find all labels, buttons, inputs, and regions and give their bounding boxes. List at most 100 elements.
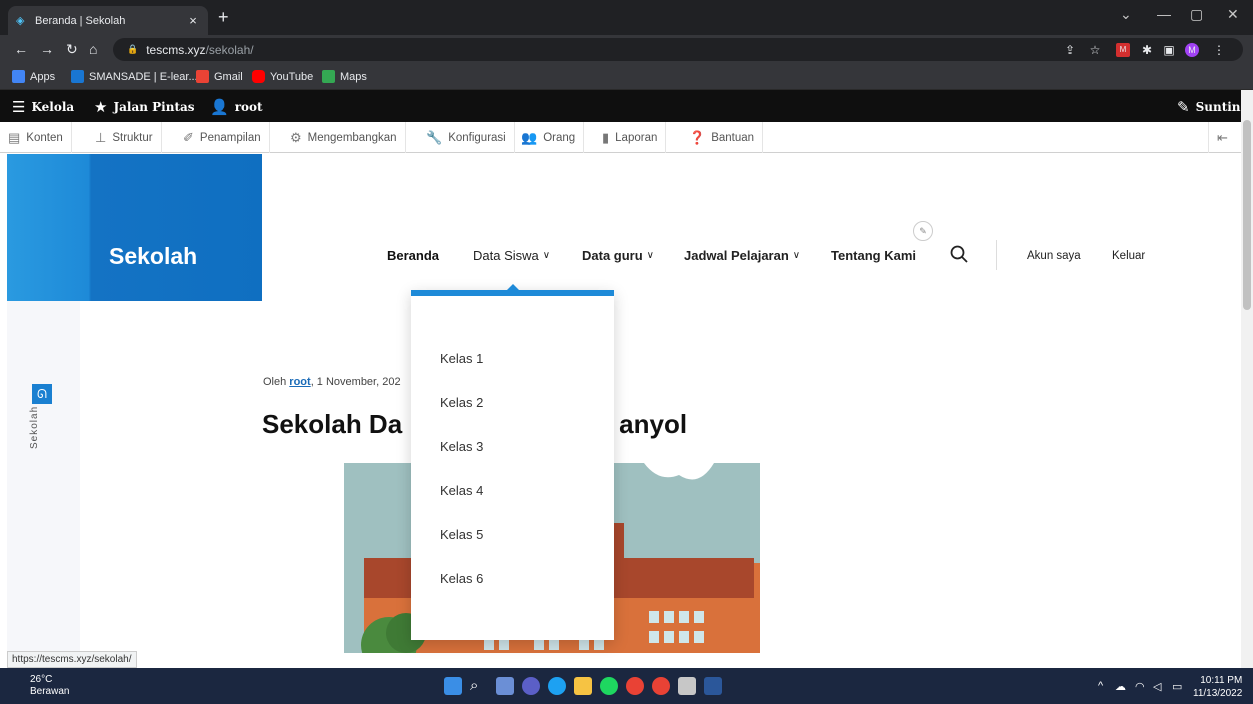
- menu-item-kelas-3[interactable]: Kelas 3: [440, 439, 483, 454]
- nav-label: Data Siswa: [473, 248, 539, 263]
- chrome-icon[interactable]: [626, 677, 644, 695]
- battery-icon[interactable]: ▭: [1172, 680, 1182, 693]
- bookmark-star-icon[interactable]: ☆: [1088, 43, 1102, 57]
- manage-menu[interactable]: ☰ Kelola: [12, 98, 74, 116]
- browser-tab-strip: ◈ Beranda | Sekolah × + ⌄ — ▢ ✕: [0, 0, 1253, 35]
- teams-chat-icon[interactable]: [522, 677, 540, 695]
- system-clock[interactable]: 10:11 PM 11/13/2022: [1193, 674, 1242, 700]
- spotify-icon[interactable]: [600, 677, 618, 695]
- task-view-icon[interactable]: [496, 677, 514, 695]
- taskbar-search-icon[interactable]: ⌕: [470, 677, 488, 695]
- tray-orientation-toggle[interactable]: ⇤: [1208, 122, 1242, 153]
- search-icon[interactable]: [950, 245, 968, 263]
- volume-icon[interactable]: ◁: [1153, 680, 1161, 693]
- maximize-icon[interactable]: ▢: [1190, 6, 1203, 23]
- title-left: Sekolah Da: [262, 409, 403, 439]
- tray-konfigurasi[interactable]: 🔧 Konfigurasi: [418, 122, 515, 153]
- menu-item-kelas-1[interactable]: Kelas 1: [440, 351, 483, 366]
- close-window-icon[interactable]: ✕: [1227, 6, 1239, 23]
- home-icon[interactable]: ⌂: [89, 41, 97, 57]
- lock-icon: 🔒: [127, 44, 139, 54]
- tray-label: Penampilan: [199, 131, 261, 144]
- extensions-puzzle-icon[interactable]: ✱: [1140, 43, 1154, 57]
- bookmark-label: SMANSADE | E-lear...: [89, 70, 198, 83]
- logout-link[interactable]: Keluar: [1112, 250, 1145, 262]
- menu-item-kelas-4[interactable]: Kelas 4: [440, 483, 483, 498]
- scrollbar-thumb[interactable]: [1243, 120, 1251, 310]
- help-icon: ❓: [689, 129, 706, 145]
- word-icon[interactable]: [704, 677, 722, 695]
- site-name[interactable]: Sekolah: [109, 243, 197, 270]
- user-icon: 👤: [210, 98, 229, 116]
- tray-mengembangkan[interactable]: ⚙ Mengembangkan: [282, 122, 406, 153]
- nav-data-siswa[interactable]: Data Siswa ∨: [473, 248, 550, 263]
- tray-penampilan[interactable]: ✐ Penampilan: [175, 122, 270, 153]
- nav-data-guru[interactable]: Data guru ∨: [582, 248, 654, 263]
- menu-item-kelas-5[interactable]: Kelas 5: [440, 527, 483, 542]
- orientation-icon: ⇤: [1217, 129, 1228, 145]
- extension-icon[interactable]: M: [1116, 43, 1130, 57]
- back-icon[interactable]: ←: [14, 41, 28, 57]
- browser-tab[interactable]: ◈ Beranda | Sekolah ×: [8, 6, 208, 35]
- nav-jadwal-pelajaran[interactable]: Jadwal Pelajaran ∨: [684, 248, 800, 263]
- onedrive-icon[interactable]: ☁: [1115, 680, 1126, 693]
- edit-toggle[interactable]: ✎ Sunting: [1177, 98, 1249, 116]
- wifi-icon[interactable]: ◠: [1135, 680, 1145, 693]
- page-scrollbar[interactable]: [1241, 90, 1253, 670]
- my-account-link[interactable]: Akun saya: [1027, 250, 1081, 262]
- tab-search-icon[interactable]: ⌄: [1120, 6, 1132, 23]
- apps-grid-icon: [12, 70, 25, 83]
- tab-close-icon[interactable]: ×: [186, 13, 200, 28]
- user-menu[interactable]: 👤 root: [210, 98, 263, 116]
- chrome-profile-icon[interactable]: [652, 677, 670, 695]
- chevron-down-icon: ∨: [792, 250, 801, 261]
- tray-bantuan[interactable]: ❓ Bantuan: [681, 122, 764, 153]
- shortcuts-menu[interactable]: ★ Jalan Pintas: [94, 98, 195, 116]
- rss-icon[interactable]: ᘏ: [32, 384, 52, 404]
- side-panel-icon[interactable]: ▣: [1162, 43, 1176, 57]
- tab-title: Beranda | Sekolah: [35, 14, 126, 27]
- profile-avatar[interactable]: M: [1185, 43, 1199, 57]
- site-favicon-icon: ◈: [16, 14, 25, 27]
- bookmark-smansade[interactable]: SMANSADE | E-lear...: [71, 70, 198, 83]
- bookmark-maps[interactable]: Maps: [322, 70, 367, 83]
- tray-label: Struktur: [112, 131, 153, 144]
- show-hidden-icons-icon[interactable]: ^: [1098, 680, 1103, 692]
- tray-laporan[interactable]: ▮ Laporan: [594, 122, 667, 153]
- nav-beranda[interactable]: Beranda: [387, 248, 439, 263]
- reload-icon[interactable]: ↻: [66, 41, 78, 58]
- file-explorer-icon[interactable]: [574, 677, 592, 695]
- shortcuts-label: Jalan Pintas: [113, 100, 195, 114]
- tray-orang[interactable]: 👥 Orang: [513, 122, 585, 153]
- contextual-edit-icon[interactable]: ✎: [913, 221, 933, 241]
- social-sidebar: ᘏ Sekolah: [7, 301, 80, 651]
- tray-label: Laporan: [615, 131, 658, 144]
- bookmark-gmail[interactable]: Gmail: [196, 70, 243, 83]
- author-link[interactable]: root: [289, 376, 310, 388]
- logout-label: Keluar: [1112, 250, 1146, 262]
- url-path: /sekolah/: [205, 42, 254, 57]
- weather-widget[interactable]: 26°C Berawan: [30, 674, 69, 698]
- smansade-icon: [71, 70, 84, 83]
- document-icon: ▤: [8, 129, 21, 145]
- menu-item-kelas-6[interactable]: Kelas 6: [440, 571, 483, 586]
- user-label: root: [234, 100, 263, 114]
- tray-struktur[interactable]: ⊥ Struktur: [87, 122, 162, 153]
- bookmark-apps[interactable]: Apps: [12, 70, 55, 83]
- snipping-tool-icon[interactable]: [678, 677, 696, 695]
- tray-label: Orang: [543, 131, 576, 144]
- forward-icon[interactable]: →: [40, 41, 54, 57]
- bookmark-youtube[interactable]: YouTube: [252, 70, 313, 83]
- new-tab-button[interactable]: +: [218, 7, 229, 28]
- minimize-icon[interactable]: —: [1157, 6, 1171, 22]
- nav-tentang-kami[interactable]: Tentang Kami: [831, 248, 916, 263]
- start-icon[interactable]: [444, 677, 462, 695]
- clock-date: 11/13/2022: [1193, 688, 1243, 699]
- share-icon[interactable]: ⇪: [1063, 43, 1077, 57]
- site-logo-block[interactable]: Sekolah: [7, 154, 262, 301]
- chevron-down-icon: ∨: [646, 250, 654, 261]
- menu-item-kelas-2[interactable]: Kelas 2: [440, 395, 483, 410]
- browser-menu-icon[interactable]: ⋮: [1212, 43, 1226, 57]
- tray-konten[interactable]: ▤ Konten: [0, 122, 72, 153]
- edge-icon[interactable]: [548, 677, 566, 695]
